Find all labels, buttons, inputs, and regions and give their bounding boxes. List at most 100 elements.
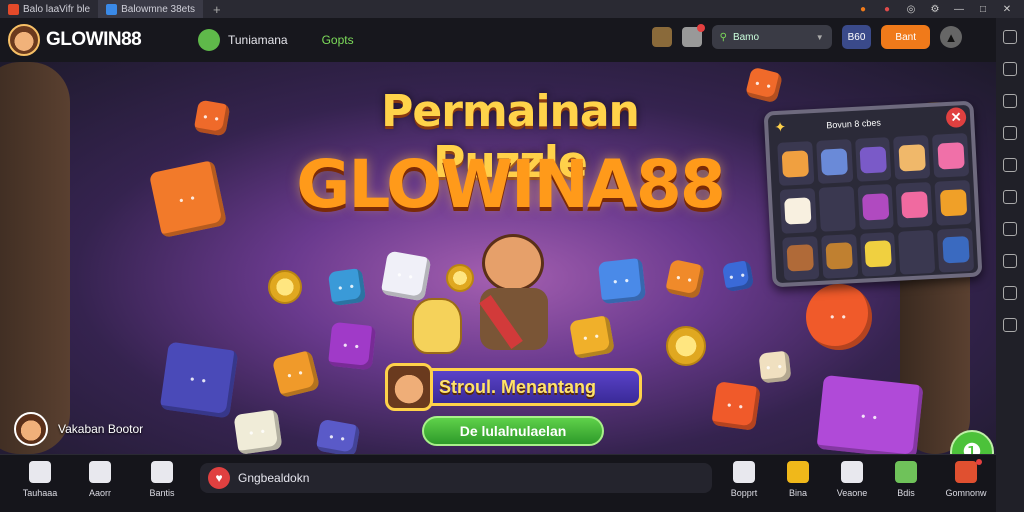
nav-label: Bopprt [730,488,758,498]
grid-cell[interactable] [934,180,972,226]
mascot-character [470,234,560,354]
nav-label: Bdis [897,488,915,498]
app-header: GLOWIN88 Tuniamana Gopts ⚲ Bamo ▼ B60 Ba… [0,18,996,62]
play-button[interactable]: De lulalnulaelan [422,416,604,446]
puzzle-tile-icon [823,195,851,223]
nav-item-account[interactable]: Aaorr [70,461,130,498]
close-icon[interactable]: ✕ [1000,4,1014,15]
gear-icon[interactable]: ⚙ [928,4,942,15]
gift-icon [151,461,173,483]
puzzle-tile-icon [939,189,967,217]
sidebar-expand-icon[interactable] [1003,30,1017,44]
bag-icon[interactable] [651,27,672,47]
nav-link-options[interactable]: Gopts [322,33,354,47]
grid-cell[interactable] [782,235,820,281]
sidebar-crop-icon[interactable] [1003,126,1017,140]
dice-decoration [569,314,615,360]
nav-item-support[interactable]: Bopprt [714,461,774,498]
dice-decoration [711,381,761,431]
ticket-icon [787,461,809,483]
leaf-icon [895,461,917,483]
grid-cell[interactable] [857,184,895,230]
banner-text: Stroul. Menantang [439,376,596,397]
message-bar[interactable]: ♥ Gngbealdokn [200,463,712,493]
sidebar-camera-icon[interactable] [1003,190,1017,204]
minimize-icon[interactable]: — [952,4,966,15]
puzzle-tile-icon [859,145,887,174]
sidebar-back-icon[interactable] [1003,318,1017,332]
grid-cell[interactable] [818,186,856,232]
mascot-head [482,234,544,292]
notification-badge [976,459,982,465]
puzzle-tile-icon [820,147,849,176]
new-tab-button[interactable]: + [203,2,231,17]
puzzle-tile-icon [825,242,854,270]
puzzle-tile-icon [937,141,965,170]
grid-cell[interactable] [859,231,897,277]
house-icon [89,461,111,483]
grid-cell[interactable] [895,182,933,228]
user-name: Vakaban Bootor [58,422,144,436]
balance-button[interactable]: B60 [841,25,872,49]
dice-decoration [744,66,784,104]
puzzle-tile-icon [864,240,892,268]
grid-cell[interactable] [820,233,858,279]
sidebar-shake-icon[interactable] [1003,254,1017,268]
nav-item-bdis[interactable]: Bdis [876,461,936,498]
star-icon: ✦ [773,118,787,136]
dice-decoration [271,349,321,399]
target-icon[interactable]: ◎ [904,4,918,15]
logo[interactable]: GLOWIN88 [0,24,190,56]
app-icon [106,3,118,15]
grid-cell[interactable] [898,229,936,275]
nav-label: Gomnonw [945,488,987,498]
user-icon[interactable]: ▲ [940,26,962,48]
dice-decoration [193,99,231,137]
sidebar-folder-icon[interactable] [1003,222,1017,236]
sidebar-rotate-icon[interactable] [1003,286,1017,300]
nav-link-tournament[interactable]: Tuniamana [228,33,288,47]
browser-tab-2[interactable]: Balowmne 38ets [98,0,204,18]
nav-item-vip[interactable]: Veaone [822,461,882,498]
gift-box-icon [955,461,977,483]
header-tools: ⚲ Bamo ▼ B60 Bant ▲ [651,24,962,49]
nav-label: Bina [788,488,807,498]
dice-decoration [664,258,706,300]
window-controls: ● ● ◎ ⚙ — □ ✕ [856,0,1024,18]
nav-item-promo[interactable]: Bantis [132,461,192,498]
nav-item-home[interactable]: Tauhaaa [10,461,70,498]
notification-icon[interactable]: ● [856,4,870,15]
deposit-button[interactable]: Bant [881,25,930,49]
grid-cell[interactable] [854,137,892,183]
mascot-avatar [8,24,40,56]
grid-cell[interactable] [779,188,817,234]
maximize-icon[interactable]: □ [976,4,990,15]
game-grid [777,133,975,281]
grid-cell[interactable] [815,139,853,185]
sidebar-fullscreen-icon[interactable] [1003,94,1017,108]
grid-cell[interactable] [893,135,931,181]
chevron-down-icon: ▼ [815,32,824,42]
bell-icon[interactable] [681,24,705,47]
nav-item-bina[interactable]: Bina [768,461,828,498]
game-icon[interactable] [198,29,220,51]
game-preview-panel[interactable]: ✦ Bovun 8 cbes ✕ [763,100,983,288]
grid-cell[interactable] [777,141,815,187]
search-field[interactable]: ⚲ Bamo ▼ [711,25,832,49]
user-chip[interactable]: Vakaban Bootor [14,412,143,446]
nav-label: Aaorr [88,488,111,498]
hero-banner-label: Stroul. Menantang [385,363,642,411]
record-icon[interactable]: ● [880,4,894,15]
sidebar-keyboard-icon[interactable] [1003,158,1017,172]
sidebar-screen-icon[interactable] [1003,62,1017,76]
grid-cell[interactable] [932,133,970,179]
banner-avatar [385,363,433,411]
nav-label: Veaone [836,488,868,498]
notification-badge [696,24,705,32]
dice-decoration [597,257,647,305]
close-icon[interactable]: ✕ [945,107,967,129]
nav-label: Bantis [149,488,175,498]
browser-tab-1[interactable]: Balo laaVifr ble [0,0,98,18]
grid-cell[interactable] [937,227,975,273]
nav-item-community[interactable]: Gomnonw [936,459,996,498]
